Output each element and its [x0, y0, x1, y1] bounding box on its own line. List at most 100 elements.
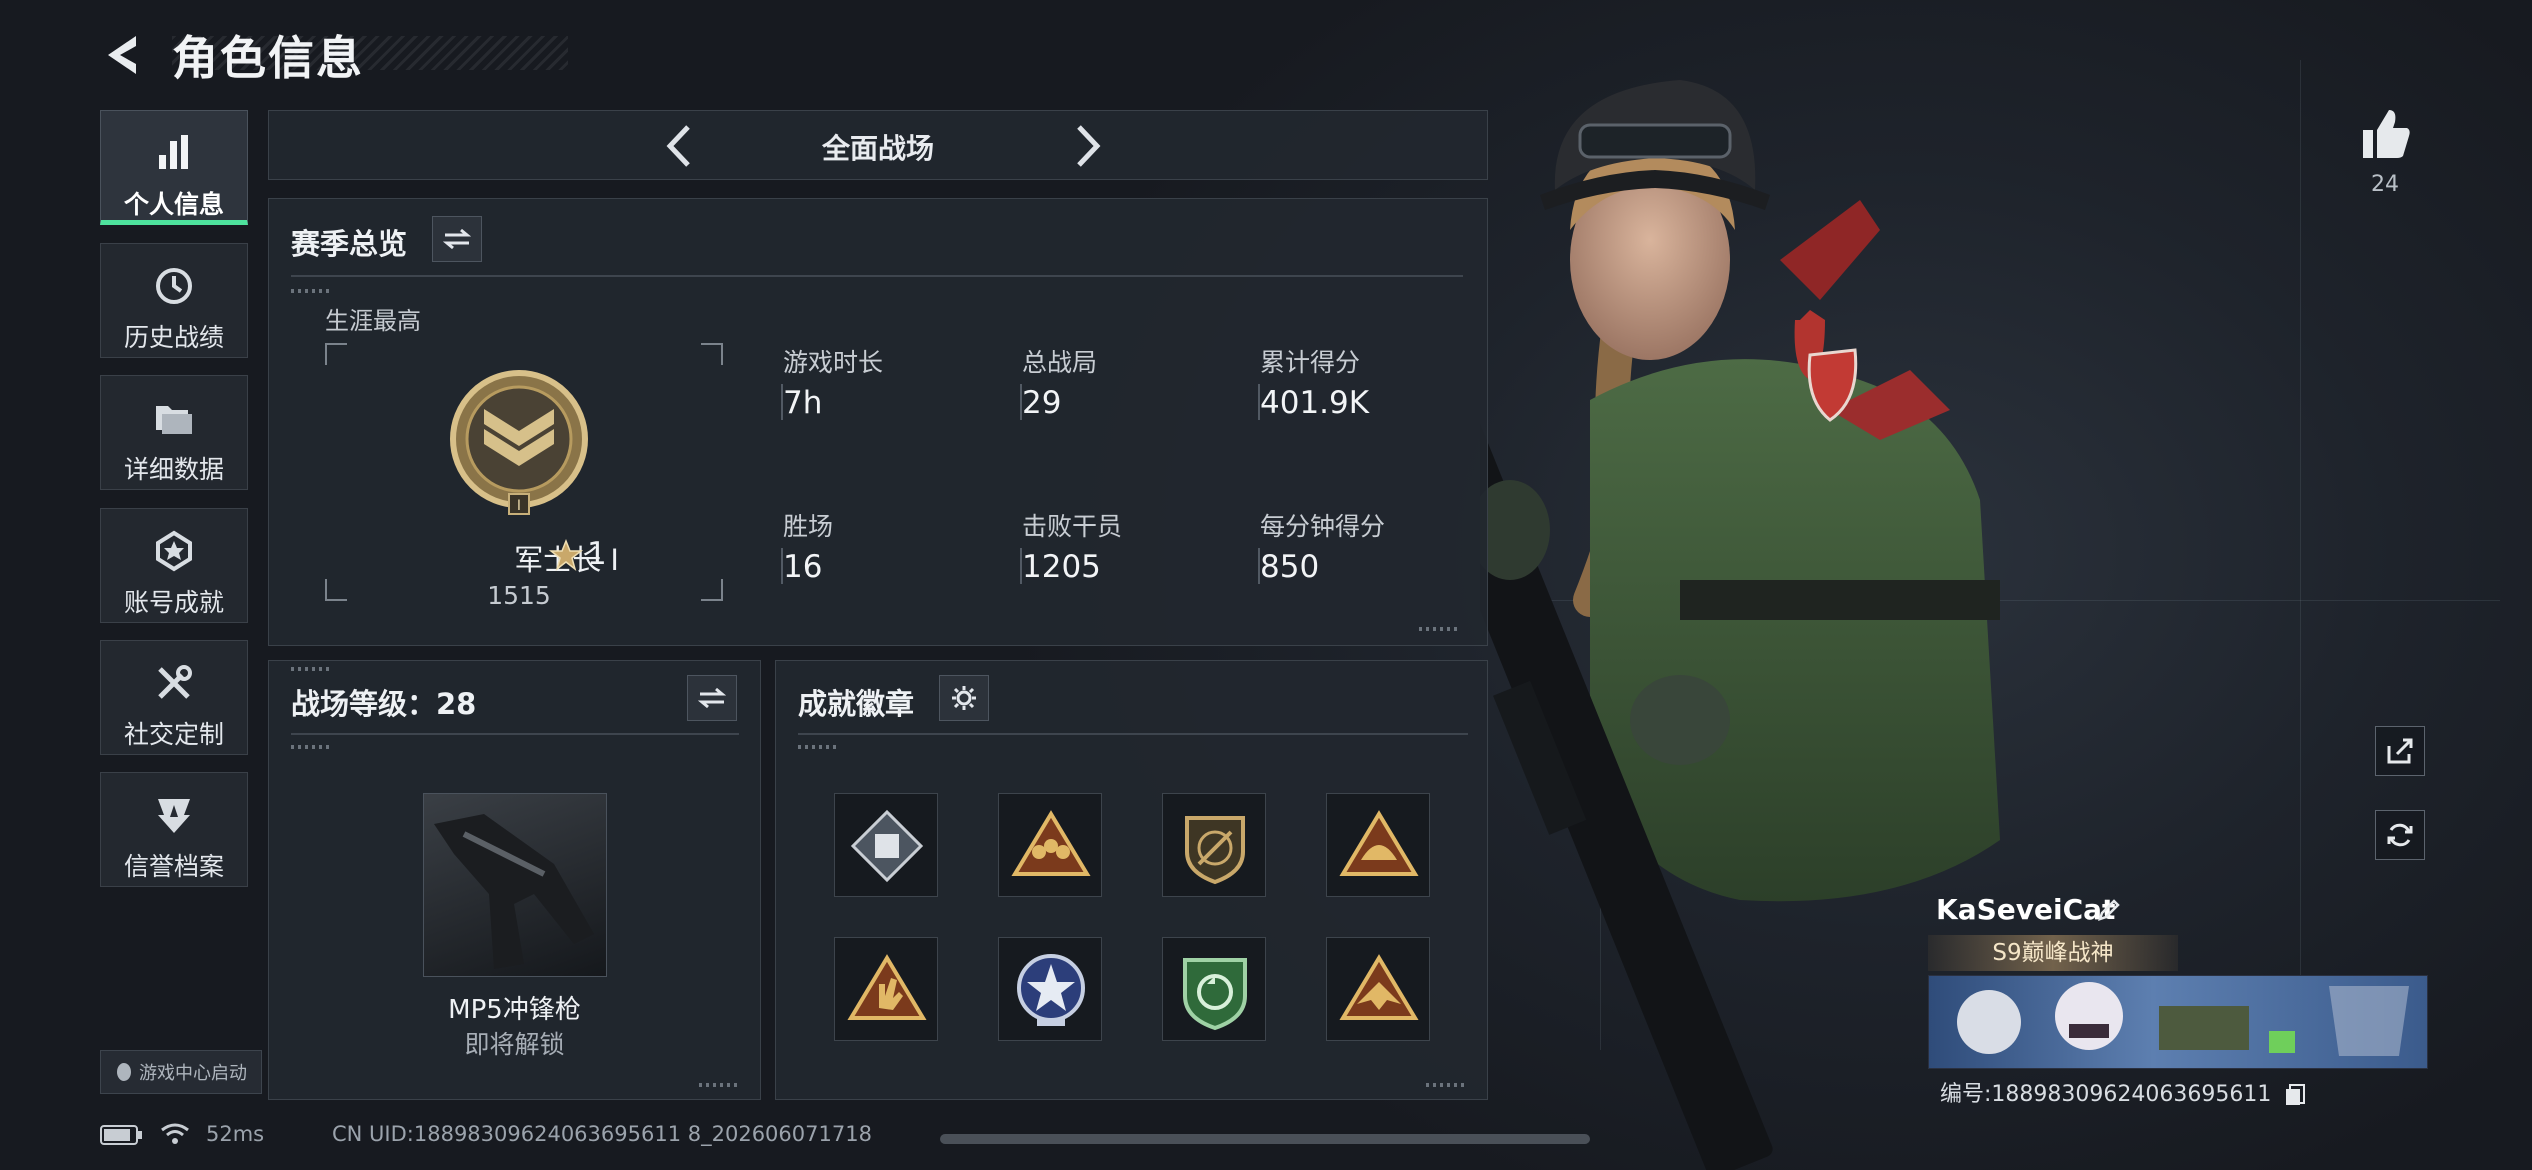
share-button[interactable] [2375, 726, 2425, 776]
divider [798, 733, 1468, 735]
like-count: 24 [2371, 172, 2399, 197]
penguin-icon [117, 1063, 131, 1081]
bracket [325, 579, 347, 601]
nav-item-personal-info[interactable]: 个人信息 [100, 110, 248, 225]
stat-label: 游戏时长 [783, 348, 884, 377]
stat-label: 总战局 [1022, 348, 1098, 377]
nav-label: 详细数据 [123, 455, 224, 484]
player-title: S9巅峰战神 [1928, 935, 2178, 971]
shield-rifle-badge-icon[interactable] [1162, 793, 1266, 897]
bracket [701, 343, 723, 365]
stat-label: 累计得分 [1260, 348, 1361, 377]
triangle-squad-badge-icon[interactable] [998, 793, 1102, 897]
ping-value: 52ms [206, 1122, 265, 1146]
divider [291, 733, 739, 735]
edit-pencil-icon[interactable] [2096, 897, 2122, 923]
tick-decoration [291, 745, 331, 749]
green-shield-badge-icon[interactable] [1162, 937, 1266, 1041]
svg-text:I: I [517, 498, 521, 514]
triangle-helmet-badge-icon[interactable] [1326, 793, 1430, 897]
player-id: 编号:18898309624063695611 [1940, 1076, 2306, 1108]
nav-label: 信誉档案 [123, 852, 224, 881]
nav-item-detailed-data[interactable]: 详细数据 [100, 375, 248, 490]
player-id-text: 编号:18898309624063695611 [1940, 1082, 2272, 1107]
stat-label: 每分钟得分 [1260, 512, 1386, 541]
rank-points: 1515 [487, 581, 551, 610]
tick-decoration [699, 1083, 739, 1087]
battlefield-level-title: 战场等级：28 [291, 687, 477, 721]
bar-chart-icon [159, 135, 188, 169]
achievement-settings-button[interactable] [939, 675, 989, 721]
page-title: 角色信息 [172, 31, 364, 85]
divider [291, 275, 1463, 277]
weapon-name: MP5冲锋枪 [448, 995, 581, 1025]
tick-decoration [291, 667, 331, 671]
nav-label: 历史战绩 [123, 323, 224, 352]
star-icon [549, 539, 583, 571]
thumbs-up-icon[interactable] [2355, 104, 2415, 164]
tick-decoration [1419, 627, 1459, 631]
share-icon [2387, 738, 2413, 764]
diamond-badge-icon[interactable] [834, 793, 938, 897]
weapon-status: 即将解锁 [464, 1030, 565, 1059]
refresh-button[interactable] [2375, 810, 2425, 860]
scrollbar[interactable] [940, 1134, 1590, 1144]
profile-banner[interactable] [1928, 975, 2428, 1069]
nav-item-history[interactable]: 历史战绩 [100, 243, 248, 358]
nav-label: 个人信息 [123, 190, 224, 219]
stat-value: 29 [1022, 385, 1062, 421]
tick-decoration [798, 745, 838, 749]
copy-icon[interactable] [2284, 1083, 2306, 1107]
season-overview-panel: 赛季总览 生涯最高 I 军士长 Ⅰ 1 1515 游戏时长 7h 总战局 29 … [268, 198, 1488, 646]
folder-icon [156, 406, 192, 434]
refresh-icon [2387, 823, 2413, 847]
nav-label: 账号成就 [123, 588, 224, 617]
swap-icon [443, 228, 471, 250]
achievements-title: 成就徽章 [798, 687, 915, 721]
star-circle-badge-icon[interactable] [998, 937, 1102, 1041]
battlefield-level-panel: 战场等级：28 MP5冲锋枪 即将解锁 [268, 660, 761, 1100]
tick-decoration [1426, 1083, 1466, 1087]
rank-stars: 1 [587, 536, 607, 572]
swap-level-button[interactable] [687, 675, 737, 721]
smg-icon [434, 814, 594, 969]
clock-icon [156, 268, 192, 304]
rank-emblem-icon: I [450, 370, 588, 515]
nav-item-credit[interactable]: 信誉档案 [100, 772, 248, 887]
medal-icon [156, 530, 192, 572]
current-mode: 全面战场 [821, 132, 934, 165]
stat-label: 胜场 [783, 512, 834, 541]
hud-line [2300, 60, 2301, 1060]
tools-icon [158, 665, 192, 699]
battery-icon [100, 1125, 142, 1145]
gear-icon [952, 686, 976, 710]
wifi-icon [161, 1123, 189, 1144]
shield-icon [158, 799, 190, 833]
stat-value: 16 [783, 549, 823, 585]
nav-label: 社交定制 [123, 720, 224, 749]
stat-value: 401.9K [1260, 385, 1370, 421]
career-best-label: 生涯最高 [325, 307, 421, 335]
banner-artwork [1957, 982, 2409, 1056]
tick-decoration [291, 289, 331, 293]
stat-label: 击败干员 [1022, 512, 1123, 541]
stat-value: 1205 [1022, 549, 1101, 585]
bracket [701, 579, 723, 601]
achievements-panel: 成就徽章 [775, 660, 1488, 1100]
game-center-launch-button[interactable]: 游戏中心启动 [100, 1050, 262, 1094]
stat-value: 7h [783, 385, 823, 421]
swap-season-button[interactable] [432, 216, 482, 262]
mode-selector: 全面战场 [268, 110, 1488, 180]
nickname: KaSeveiCat [1936, 893, 2116, 926]
next-mode-arrow-icon[interactable] [1059, 119, 1113, 173]
weapon-thumbnail[interactable] [423, 793, 607, 977]
uid-text: CN UID:18898309624063695611 8_2026060717… [332, 1122, 872, 1146]
nav-item-social[interactable]: 社交定制 [100, 640, 248, 755]
triangle-eagle-badge-icon[interactable] [1326, 937, 1430, 1041]
stat-value: 850 [1260, 549, 1320, 585]
triangle-hand-badge-icon[interactable] [834, 937, 938, 1041]
bracket [325, 343, 347, 365]
launch-label: 游戏中心启动 [139, 1063, 247, 1084]
back-arrow-icon[interactable] [100, 30, 150, 80]
nav-item-achievements[interactable]: 账号成就 [100, 508, 248, 623]
